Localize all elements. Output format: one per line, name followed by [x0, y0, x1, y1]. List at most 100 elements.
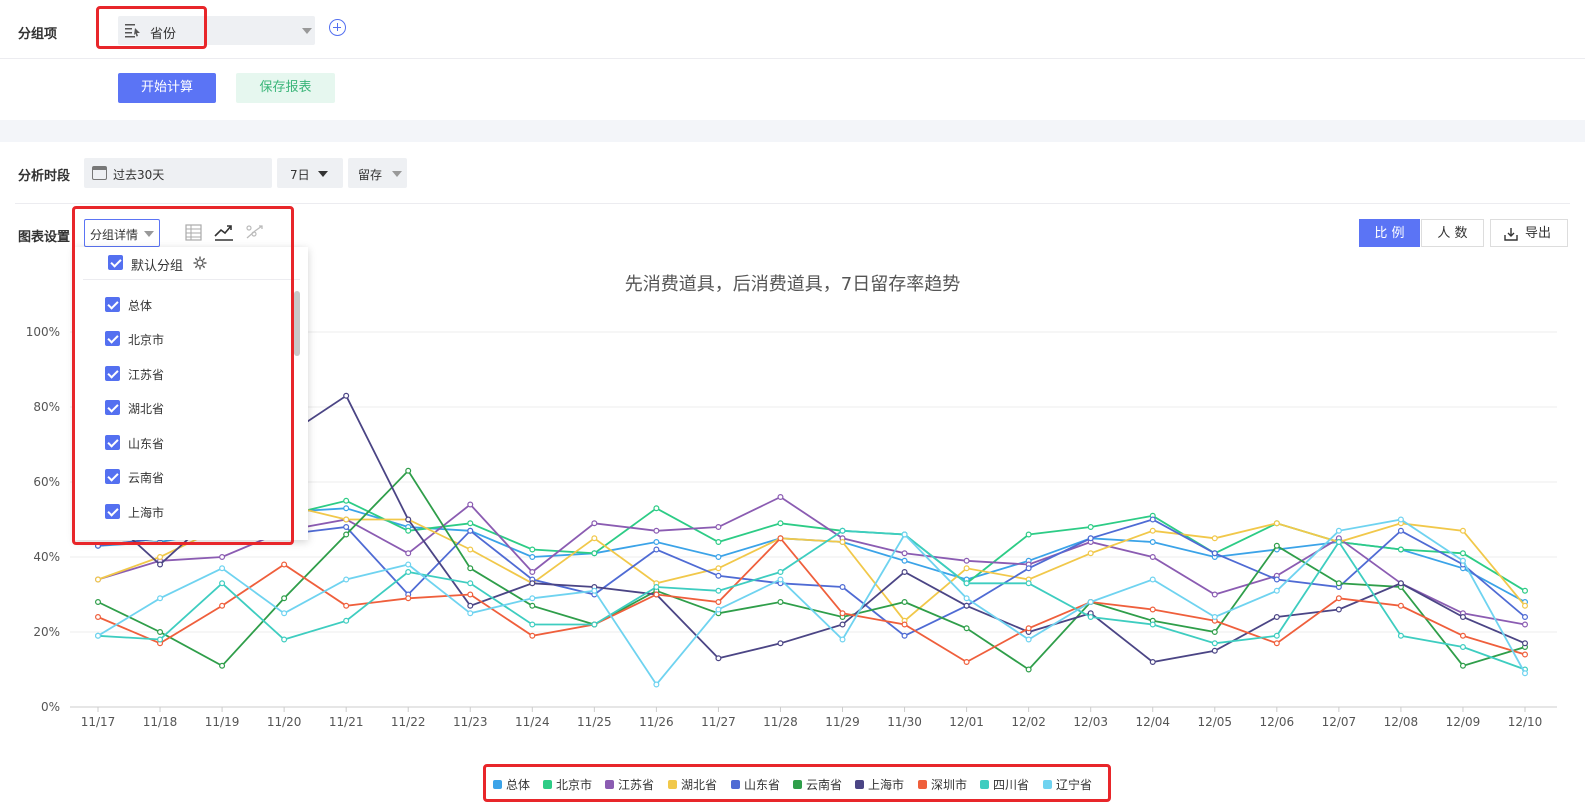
- x-tick-label: 11/25: [577, 715, 612, 729]
- data-point: [467, 602, 474, 609]
- series-line: [97, 469, 1526, 671]
- data-point: [591, 550, 598, 557]
- x-tick-label: 11/30: [887, 715, 922, 729]
- data-point: [529, 546, 536, 553]
- data-point: [653, 583, 660, 590]
- data-point: [467, 527, 474, 534]
- x-tick-label: 11/28: [763, 715, 798, 729]
- data-point: [529, 632, 536, 639]
- data-point: [1335, 606, 1342, 613]
- data-point: [281, 595, 288, 602]
- data-point: [1273, 520, 1280, 527]
- data-point: [1459, 550, 1466, 557]
- data-point: [94, 576, 101, 583]
- data-point: [1025, 666, 1032, 673]
- data-point: [1273, 587, 1280, 594]
- data-point: [715, 553, 722, 560]
- data-point: [343, 523, 350, 530]
- data-point: [1459, 557, 1466, 564]
- data-point: [157, 561, 164, 568]
- data-point: [467, 546, 474, 553]
- data-point: [1149, 576, 1156, 583]
- data-point: [839, 610, 846, 617]
- data-point: [963, 658, 970, 665]
- data-point: [157, 628, 164, 635]
- data-point: [1521, 602, 1528, 609]
- series-line: [97, 394, 1526, 663]
- data-point: [405, 568, 412, 575]
- data-point: [467, 520, 474, 527]
- data-point: [219, 553, 226, 560]
- x-tick-label: 11/24: [515, 715, 550, 729]
- x-tick-label: 11/17: [81, 715, 116, 729]
- data-point: [1521, 587, 1528, 594]
- x-tick-label: 11/21: [329, 715, 364, 729]
- data-point: [1273, 632, 1280, 639]
- data-point: [219, 580, 226, 587]
- data-point: [777, 640, 784, 647]
- data-point: [1335, 527, 1342, 534]
- data-point: [343, 602, 350, 609]
- data-point: [901, 531, 908, 538]
- data-point: [901, 557, 908, 564]
- data-point: [343, 617, 350, 624]
- data-point: [1459, 527, 1466, 534]
- data-point: [467, 565, 474, 572]
- x-tick-label: 12/07: [1322, 715, 1357, 729]
- data-point: [1149, 527, 1156, 534]
- data-point: [901, 568, 908, 575]
- data-point: [1025, 565, 1032, 572]
- data-point: [94, 613, 101, 620]
- x-tick-label: 11/18: [143, 715, 178, 729]
- data-point: [715, 523, 722, 530]
- data-point: [1335, 538, 1342, 545]
- x-tick-label: 12/01: [949, 715, 984, 729]
- data-point: [1025, 636, 1032, 643]
- data-point: [467, 591, 474, 598]
- data-point: [1211, 647, 1218, 654]
- data-point: [405, 561, 412, 568]
- data-point: [1521, 621, 1528, 628]
- data-point: [653, 681, 660, 688]
- data-point: [901, 632, 908, 639]
- data-point: [405, 595, 412, 602]
- data-point: [715, 606, 722, 613]
- data-point: [653, 505, 660, 512]
- x-tick-label: 11/23: [453, 715, 488, 729]
- data-point: [1025, 580, 1032, 587]
- y-tick-label: 40%: [33, 550, 60, 564]
- data-point: [343, 505, 350, 512]
- data-point: [653, 527, 660, 534]
- data-point: [1273, 542, 1280, 549]
- data-point: [901, 550, 908, 557]
- panel-scrollbar[interactable]: [294, 291, 300, 356]
- data-point: [1149, 538, 1156, 545]
- data-point: [1521, 640, 1528, 647]
- data-point: [715, 587, 722, 594]
- y-tick-label: 100%: [26, 325, 60, 339]
- data-point: [1397, 632, 1404, 639]
- data-point: [219, 602, 226, 609]
- series-line: [97, 529, 1526, 671]
- data-point: [901, 598, 908, 605]
- data-point: [1087, 523, 1094, 530]
- data-point: [653, 538, 660, 545]
- data-point: [281, 610, 288, 617]
- data-point: [777, 568, 784, 575]
- y-tick-label: 20%: [33, 625, 60, 639]
- data-point: [839, 621, 846, 628]
- data-point: [1211, 613, 1218, 620]
- data-point: [1211, 640, 1218, 647]
- data-point: [529, 553, 536, 560]
- data-point: [94, 632, 101, 639]
- data-point: [777, 576, 784, 583]
- x-tick-label: 12/10: [1508, 715, 1543, 729]
- data-point: [715, 572, 722, 579]
- data-point: [1459, 613, 1466, 620]
- data-point: [467, 501, 474, 508]
- data-point: [591, 587, 598, 594]
- data-point: [1397, 527, 1404, 534]
- data-point: [901, 621, 908, 628]
- data-point: [1521, 670, 1528, 677]
- data-point: [1149, 516, 1156, 523]
